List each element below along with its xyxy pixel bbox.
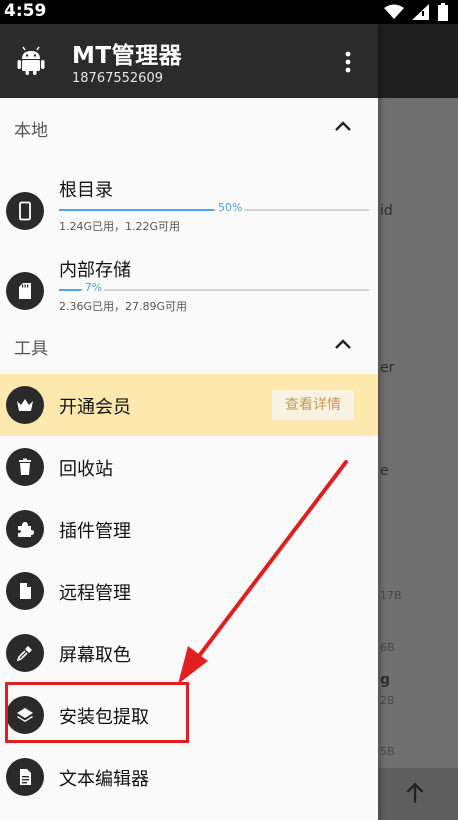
night-mode-icon[interactable] xyxy=(272,48,300,76)
eyedropper-icon xyxy=(6,634,44,672)
puzzle-icon xyxy=(6,510,44,548)
storage-percent: 50% xyxy=(216,201,245,214)
view-details-button[interactable]: 查看详情 xyxy=(272,390,354,420)
highlight-box xyxy=(5,682,189,743)
storage-usage: 2.36G已用，27.89G可用 xyxy=(59,300,188,313)
menu-item-recycle-bin[interactable]: 回收站 xyxy=(0,436,378,498)
status-bar: 4:59 xyxy=(0,0,458,24)
chevron-up-icon[interactable] xyxy=(332,116,354,138)
storage-progress-fill xyxy=(59,289,81,291)
storage-item-internal[interactable]: 内部存储 7% 2.36G已用，27.89G可用 xyxy=(0,252,378,332)
background-bottom-bar xyxy=(378,768,458,820)
menu-item-remote[interactable]: 远程管理 xyxy=(0,560,378,622)
phone-icon xyxy=(6,192,44,230)
storage-progress-bar: 50% xyxy=(59,201,369,214)
chevron-up-icon[interactable] xyxy=(332,334,354,356)
battery-icon xyxy=(438,3,448,21)
background-text: g xyxy=(380,672,391,688)
menu-item-label: 远程管理 xyxy=(59,583,131,604)
storage-usage: 1.24G已用，1.22G可用 xyxy=(59,220,181,233)
section-tools-header[interactable]: 工具 xyxy=(0,322,378,370)
more-options-icon[interactable] xyxy=(336,48,360,76)
storage-percent: 7% xyxy=(82,281,105,294)
crown-icon xyxy=(6,386,44,424)
android-icon xyxy=(17,46,45,75)
menu-item-label: 开通会员 xyxy=(59,397,131,418)
background-text: 5B xyxy=(380,745,395,758)
background-text: 17B xyxy=(380,589,402,602)
storage-name: 内部存储 xyxy=(59,260,131,281)
status-time: 4:59 xyxy=(4,1,47,21)
menu-item-label: 屏幕取色 xyxy=(59,645,131,666)
trash-icon xyxy=(6,448,44,486)
section-local-header[interactable]: 本地 xyxy=(0,104,378,152)
app-title: MT管理器 xyxy=(72,43,183,69)
storage-progress-bar: 7% xyxy=(59,281,369,294)
storage-name: 根目录 xyxy=(59,180,113,201)
cellular-signal-icon xyxy=(412,4,429,20)
menu-item-color-picker[interactable]: 屏幕取色 xyxy=(0,622,378,684)
menu-item-plugins[interactable]: 插件管理 xyxy=(0,498,378,560)
sd-card-icon xyxy=(6,272,44,310)
menu-item-label: 回收站 xyxy=(59,459,113,480)
drawer-header: MT管理器 18767552609 xyxy=(0,24,378,98)
section-tools-label: 工具 xyxy=(14,339,48,359)
storage-item-root[interactable]: 根目录 50% 1.24G已用，1.22G可用 xyxy=(0,172,378,252)
background-text: 2B xyxy=(380,694,395,707)
arrow-up-icon[interactable] xyxy=(402,780,428,806)
storage-progress-fill xyxy=(59,209,214,211)
menu-item-label: 文本编辑器 xyxy=(59,769,149,790)
menu-item-label: 插件管理 xyxy=(59,521,131,542)
wifi-icon xyxy=(384,4,404,19)
account-id: 18767552609 xyxy=(72,71,163,86)
section-local-label: 本地 xyxy=(14,121,48,141)
menu-item-text-editor[interactable]: 文本编辑器 xyxy=(0,746,378,808)
background-text: er xyxy=(380,360,395,376)
background-text: e xyxy=(380,463,389,479)
menu-item-vip[interactable]: 开通会员 查看详情 xyxy=(0,374,378,436)
background-text: 6B xyxy=(380,641,395,654)
document-icon xyxy=(6,758,44,796)
background-text: id xyxy=(380,203,393,219)
file-icon xyxy=(6,572,44,610)
